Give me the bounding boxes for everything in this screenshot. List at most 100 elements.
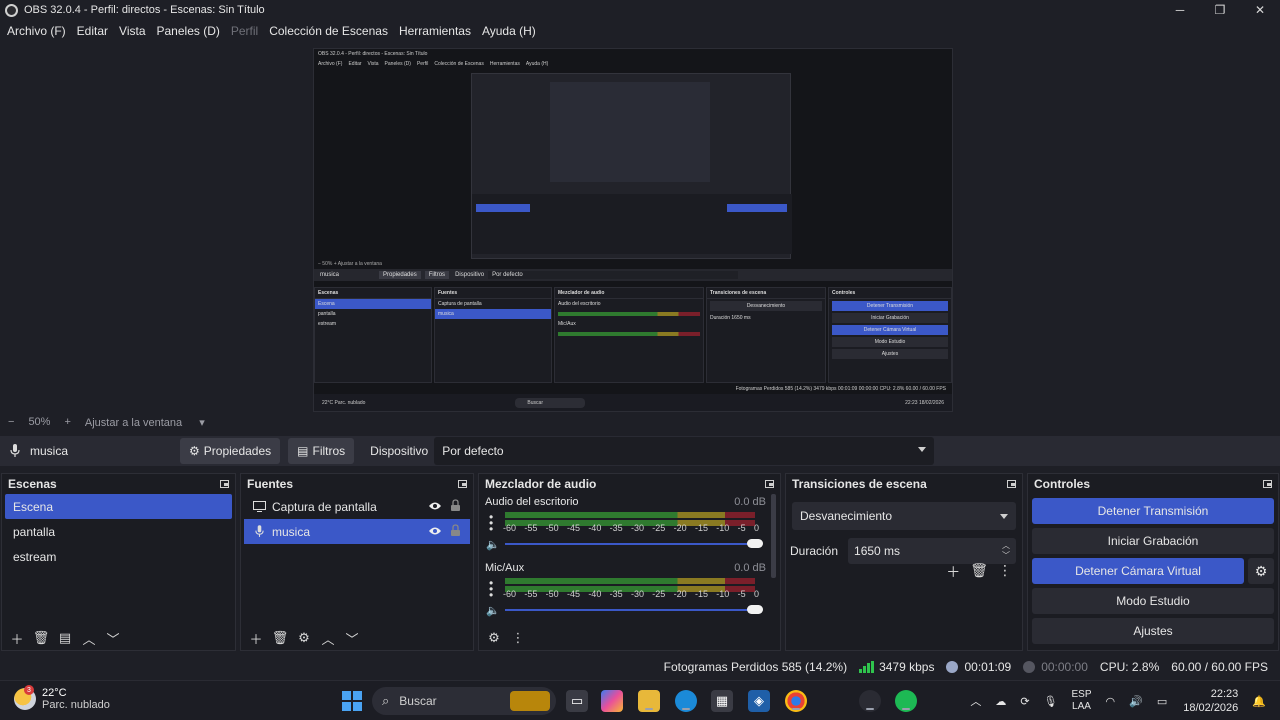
notification-bell-icon[interactable]: 🔔 <box>1252 695 1266 708</box>
transition-selected: Desvanecimiento <box>800 509 893 523</box>
maximize-button[interactable]: ❐ <box>1200 0 1240 20</box>
obs-taskbar-icon[interactable] <box>859 690 881 712</box>
chrome-icon[interactable] <box>785 690 807 712</box>
kebab-menu-icon[interactable]: ⋮ <box>509 629 527 647</box>
edge-icon[interactable] <box>675 690 697 712</box>
file-explorer-icon[interactable] <box>638 690 660 712</box>
mixer-scrollbar[interactable] <box>771 494 776 578</box>
lock-icon[interactable] <box>450 499 462 513</box>
volume-slider[interactable] <box>505 609 755 611</box>
mini-control-btn: Detener Cámara Virtual <box>832 325 948 335</box>
scene-item[interactable]: estream <box>5 544 232 569</box>
transition-select[interactable]: Desvanecimiento <box>792 502 1016 530</box>
wifi-icon[interactable]: ◠ <box>1106 695 1116 708</box>
onedrive-icon[interactable]: ☁ <box>995 695 1006 708</box>
settings-button[interactable]: Ajustes <box>1032 618 1274 644</box>
minimize-button[interactable]: ─ <box>1160 0 1200 20</box>
volume-slider-handle[interactable] <box>747 539 763 548</box>
battery-icon[interactable]: ▭ <box>1157 695 1167 708</box>
gear-icon[interactable]: ⚙ <box>295 629 313 647</box>
microphone-icon[interactable]: 🎙 <box>1044 695 1058 708</box>
weather-widget[interactable]: 3 22°C Parc. nublado <box>14 685 110 711</box>
source-item[interactable]: Captura de pantalla <box>244 494 470 519</box>
menu-item[interactable]: Ayuda (H) <box>482 24 536 38</box>
menu-item[interactable]: Herramientas <box>399 24 471 38</box>
scene-item[interactable]: pantalla <box>5 519 232 544</box>
menu-item[interactable]: Colección de Escenas <box>269 24 388 38</box>
volume-slider-handle[interactable] <box>747 605 763 614</box>
trash-icon[interactable]: 🗑 <box>970 562 988 582</box>
scene-item[interactable]: Escena <box>5 494 232 519</box>
add-icon[interactable]: ＋ <box>247 629 265 647</box>
channel-db: 0.0 dB <box>734 496 766 508</box>
eye-icon[interactable] <box>428 525 442 537</box>
spotify-icon[interactable] <box>895 690 917 712</box>
spinner-arrows-icon[interactable]: ︿ ﹀ <box>1002 541 1010 561</box>
trash-icon[interactable]: 🗑 <box>32 629 50 647</box>
undock-icon[interactable] <box>765 480 774 488</box>
mini-menu-item: Vista <box>367 61 379 67</box>
move-down-icon[interactable]: ﹀ <box>343 629 361 647</box>
undock-icon[interactable] <box>1263 480 1272 488</box>
properties-button[interactable]: ⚙ Propiedades <box>180 438 281 464</box>
studio-mode-button[interactable]: Modo Estudio <box>1032 588 1274 614</box>
undock-icon[interactable] <box>1007 480 1016 488</box>
move-up-icon[interactable]: ︿ <box>319 629 337 647</box>
speaker-icon[interactable]: 🔈 <box>486 538 500 551</box>
device-select[interactable]: Por defecto <box>434 437 935 465</box>
stop-stream-button[interactable]: Detener Transmisión <box>1032 498 1274 524</box>
mini-search: Buscar <box>515 398 586 408</box>
start-icon[interactable] <box>341 690 363 712</box>
advanced-audio-icon[interactable]: ⚙ <box>485 629 503 647</box>
kebab-menu-icon[interactable]: ⋮ <box>998 562 1012 582</box>
kebab-menu-icon[interactable]: • • • <box>489 577 493 601</box>
duration-input[interactable]: 1650 ms ︿ ﹀ <box>848 538 1016 564</box>
filter-icon[interactable]: ▤ <box>56 629 74 647</box>
app-icon[interactable]: ◈ <box>748 690 770 712</box>
task-view-icon[interactable]: ▭ <box>566 690 588 712</box>
preview-area[interactable]: OBS 32.0.4 - Perfil: directos - Escenas:… <box>0 42 1280 412</box>
add-icon[interactable]: ＋ <box>8 629 26 647</box>
trash-icon[interactable]: 🗑 <box>271 629 289 647</box>
menu-item[interactable]: Vista <box>119 24 145 38</box>
add-icon[interactable]: ＋ <box>946 562 960 582</box>
copilot-icon[interactable] <box>601 690 623 712</box>
mini-sources-dock: Fuentes Captura de pantalla musica <box>434 287 552 383</box>
mini-control-btn: Iniciar Grabación <box>832 313 948 323</box>
sync-icon[interactable]: ⟳ <box>1020 695 1029 708</box>
zoom-fit-dropdown[interactable]: Ajustar a la ventana ▾ <box>85 416 219 429</box>
controls-title: Controles <box>1034 477 1091 491</box>
chevron-up-icon[interactable]: ︿ <box>970 693 981 709</box>
virtual-camera-settings-icon[interactable]: ⚙ <box>1248 558 1274 584</box>
menu-item[interactable]: Editar <box>77 24 108 38</box>
menu-item[interactable]: Paneles (D) <box>157 24 220 38</box>
virtual-cam-row: Detener Cámara Virtual ⚙ <box>1028 554 1278 584</box>
move-up-icon[interactable]: ︿ <box>80 629 98 647</box>
duration-value: 1650 ms <box>854 544 901 558</box>
clock[interactable]: 22:23 18/02/2026 <box>1183 687 1238 715</box>
kebab-menu-icon[interactable]: • • • <box>489 511 493 535</box>
speaker-icon[interactable]: 🔈 <box>486 604 500 617</box>
undock-icon[interactable] <box>458 480 467 488</box>
source-item[interactable]: musica <box>244 519 470 544</box>
speaker-icon[interactable]: 🔊 <box>1129 695 1143 708</box>
stop-virtual-camera-button[interactable]: Detener Cámara Virtual <box>1032 558 1244 584</box>
mini-nested-preview <box>471 73 792 259</box>
move-down-icon[interactable]: ﹀ <box>104 629 122 647</box>
preview-canvas[interactable]: OBS 32.0.4 - Perfil: directos - Escenas:… <box>313 48 953 412</box>
zoom-out-button[interactable]: − <box>8 416 14 428</box>
meter-tick-label: -40 <box>588 523 602 533</box>
volume-slider[interactable] <box>505 543 755 545</box>
start-recording-button[interactable]: Iniciar Grabación <box>1032 528 1274 554</box>
lock-icon[interactable] <box>450 524 462 538</box>
filters-button[interactable]: ▤ Filtros <box>288 438 355 464</box>
store-icon[interactable]: ▦ <box>711 690 733 712</box>
menu-item[interactable]: Archivo (F) <box>7 24 66 38</box>
undock-icon[interactable] <box>220 480 229 488</box>
eye-icon[interactable] <box>428 500 442 512</box>
taskbar-search[interactable]: ⌕ Buscar <box>372 687 556 715</box>
zoom-in-button[interactable]: + <box>64 416 70 428</box>
language-indicator[interactable]: ESP LAA <box>1072 689 1092 713</box>
close-button[interactable]: ✕ <box>1240 0 1280 20</box>
mini-device-value: Por defecto <box>488 271 739 279</box>
